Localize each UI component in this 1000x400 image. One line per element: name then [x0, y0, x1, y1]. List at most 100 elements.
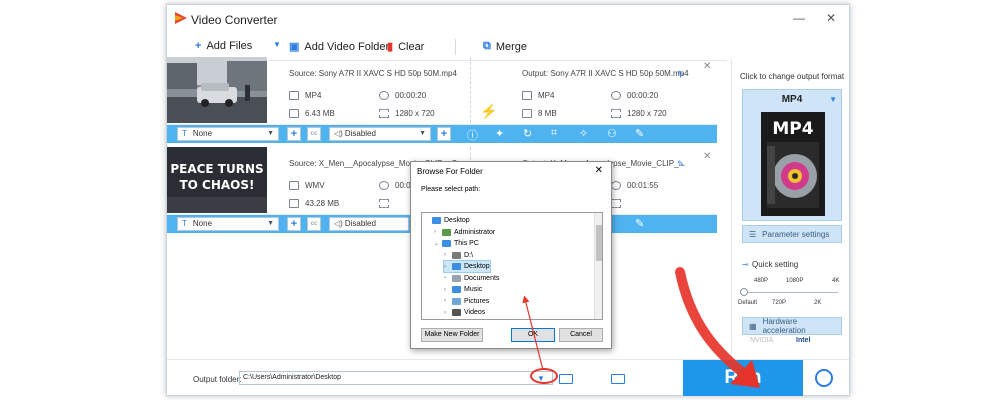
folder-icon [452, 274, 461, 282]
watermark-icon[interactable]: ⚇ [607, 127, 617, 140]
tree-item[interactable]: › Music [444, 284, 482, 295]
folder-icon [452, 309, 461, 316]
run-button[interactable]: Run [683, 360, 803, 396]
source-duration: 00:00:20 [379, 91, 426, 101]
resolution-icon [611, 109, 621, 119]
add-files-dropdown-icon[interactable]: ▼ [273, 40, 281, 49]
open-folder-icon[interactable] [559, 374, 573, 384]
folder-icon [432, 217, 441, 224]
edit-icon[interactable]: ✎ [635, 127, 644, 140]
clear-label: Clear [398, 40, 425, 53]
dialog-close-icon[interactable]: ✕ [595, 165, 603, 176]
edit-output-name-icon[interactable]: ✎ [677, 69, 685, 80]
expand-icon[interactable]: › [444, 264, 452, 270]
subtitle-select[interactable]: T None ▼ [177, 217, 279, 231]
close-icon[interactable]: ✕ [823, 11, 839, 25]
effects-icon[interactable]: ✦ [495, 127, 504, 140]
video-thumbnail-2: PEACE TURNS TO CHAOS! [167, 147, 267, 213]
text-icon: T [182, 219, 187, 228]
expand-icon[interactable]: › [444, 287, 452, 293]
browse-folder-dialog: Browse For Folder ✕ Please select path: … [410, 161, 612, 349]
expanded-icon[interactable]: ⌄ [434, 240, 442, 247]
cancel-button[interactable]: Cancel [559, 328, 603, 342]
quality-slider-track[interactable] [744, 292, 838, 293]
make-new-folder-button[interactable]: Make New Folder [421, 328, 483, 342]
chevron-down-icon: ▼ [267, 130, 274, 137]
tree-item[interactable]: › Videos [444, 307, 485, 318]
expand-icon[interactable]: › [444, 310, 452, 316]
parameter-settings-button[interactable]: ☰ Parameter settings [742, 225, 842, 243]
expand-icon[interactable]: › [444, 252, 452, 258]
folder-icon [442, 228, 451, 236]
tree-item[interactable]: › Desktop [443, 260, 491, 273]
tree-item[interactable]: › Administrator [434, 227, 495, 238]
source-size: 43.28 MB [289, 199, 339, 209]
svg-text:MP4: MP4 [772, 119, 813, 139]
output-folder-input[interactable]: C:\Users\Administrator\Desktop [239, 371, 553, 385]
resolution-icon [379, 109, 389, 119]
chip-icon: ▦ [749, 321, 757, 331]
add-subtitle-button[interactable]: + [287, 127, 301, 141]
chevron-down-icon: ▼ [829, 95, 837, 104]
tree-item[interactable]: › Pictures [444, 296, 489, 307]
add-video-folder-button[interactable]: ▣ Add Video Folder [289, 40, 389, 54]
source-resolution [379, 199, 395, 209]
tick-label: 1080P [786, 278, 804, 284]
subtitle-select[interactable]: T None ▼ [177, 127, 279, 141]
expand-icon[interactable]: › [434, 229, 442, 235]
merge-button[interactable]: ⧉ Merge [483, 40, 527, 53]
output-format-hint: Click to change output format [740, 72, 845, 81]
expand-icon[interactable]: › [444, 298, 452, 304]
expand-icon[interactable]: › [444, 275, 452, 281]
tree-item[interactable]: ⌄ This PC [434, 238, 479, 249]
tree-item[interactable]: Desktop [424, 215, 470, 226]
audio-track-select[interactable]: ◁) Disabled [329, 217, 409, 231]
browse-folder-icon[interactable] [611, 374, 625, 384]
remove-file-icon[interactable]: ✕ [703, 61, 711, 72]
minimize-icon[interactable]: — [791, 11, 807, 25]
lightning-icon[interactable]: ⚡ [480, 103, 497, 120]
tick-label: 480P [754, 278, 769, 284]
edit-icon[interactable]: ✎ [635, 217, 644, 230]
edit-output-name-icon[interactable]: ✎ [677, 159, 685, 170]
row-divider [470, 57, 471, 123]
slider-icon: ⊸ [742, 260, 749, 269]
output-format-selector[interactable]: MP4 ▼ MP4 [742, 89, 842, 221]
tree-item[interactable]: › Documents [444, 273, 499, 284]
magic-wand-icon[interactable]: ✧ [579, 127, 588, 140]
folder-tree[interactable]: Desktop › Administrator ⌄ This PC › D:\ › Deskto… [421, 212, 603, 320]
merge-label: Merge [495, 40, 528, 53]
file-row-1[interactable]: Source: Sony A7R II XAVC S HD 50p 50M.mp… [167, 57, 717, 125]
cc-icon[interactable]: cc [307, 127, 321, 141]
alarm-clock-icon[interactable] [815, 369, 833, 387]
clock-icon [379, 181, 389, 191]
cc-icon[interactable]: cc [307, 217, 321, 231]
quality-slider-knob[interactable] [740, 288, 748, 296]
rotate-icon[interactable]: ↻ [523, 127, 532, 140]
tree-item-label: Videos [464, 309, 486, 316]
tree-item-label: Documents [464, 274, 500, 282]
video-thumbnail-1 [167, 57, 267, 123]
folder-icon [442, 240, 451, 247]
audio-track-select[interactable]: ◁) Disabled ▼ [329, 127, 431, 141]
hardware-acceleration-button[interactable]: ▦ Hardware acceleration [742, 317, 842, 335]
tree-item-label: Desktop [464, 263, 490, 270]
ok-button[interactable]: OK [511, 328, 555, 342]
dialog-title: Browse For Folder [417, 167, 483, 176]
clear-button[interactable]: ▮ Clear [387, 40, 425, 54]
add-subtitle-button[interactable]: + [287, 217, 301, 231]
tree-item-label: Music [464, 286, 483, 293]
output-format-label: MP4 [781, 94, 803, 105]
output-settings-panel: Click to change output format MP4 ▼ MP4 … [731, 59, 847, 359]
add-files-button[interactable]: + Add Files [195, 40, 252, 52]
add-audio-button[interactable]: + [437, 127, 451, 141]
nvidia-label: NVIDIA [750, 337, 774, 344]
scroll-thumb[interactable] [596, 225, 602, 261]
speaker-icon: ◁) [334, 219, 343, 228]
crop-icon[interactable]: ⌗ [551, 127, 557, 140]
tick-label: 720P [772, 300, 787, 306]
info-icon[interactable]: ⓘ [467, 127, 478, 143]
remove-file-icon[interactable]: ✕ [703, 151, 711, 162]
tree-item[interactable]: › D:\ [444, 250, 473, 261]
tree-scrollbar[interactable] [594, 213, 602, 319]
